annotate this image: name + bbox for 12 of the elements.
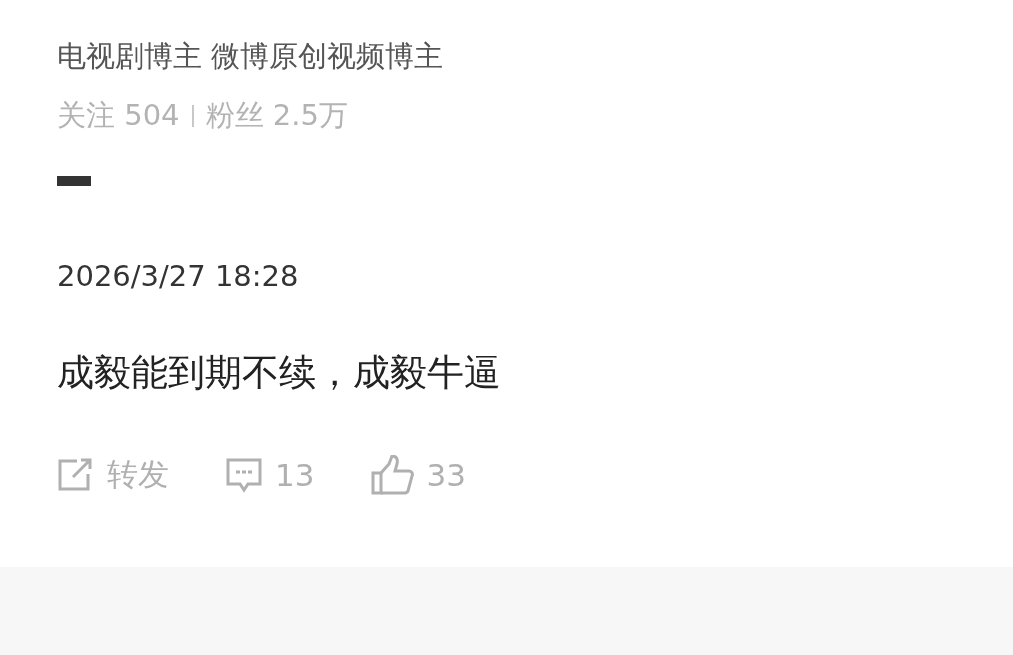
profile-stat: 粉丝 2.5万 [205,97,348,134]
post-time: 2026/3/27 18:28 [57,258,300,295]
comment-icon [225,457,263,493]
profile-stat: 关注 504 [57,97,180,134]
share-icon [57,458,95,492]
comment-button[interactable]: 13 [225,457,315,493]
dash-mark [57,176,91,186]
repost-button[interactable]: 转发 [57,454,169,496]
profile-bio: 电视剧博主 微博原创视频博主 [57,38,445,75]
thumbs-up-icon [370,455,415,495]
post-text: 成毅能到期不续，成毅牛逼 [57,350,502,396]
like-button[interactable]: 33 [370,455,466,495]
